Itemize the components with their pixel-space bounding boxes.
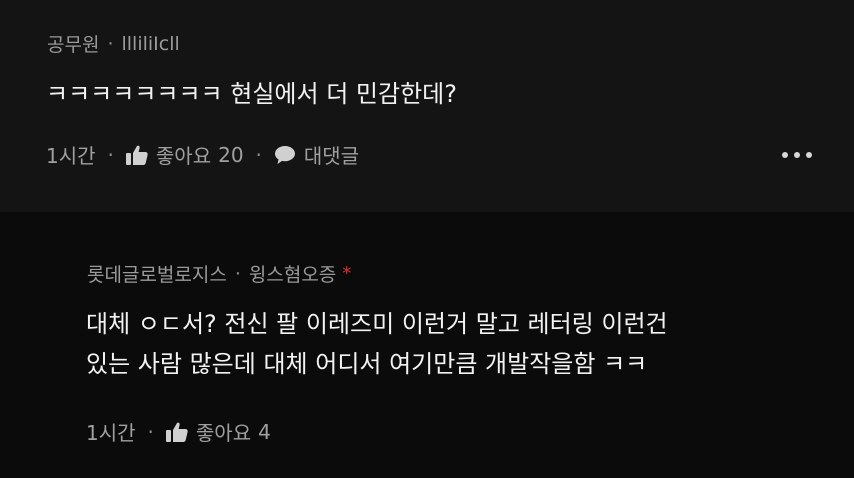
author-name[interactable]: 공무원: [47, 30, 99, 57]
reply-button[interactable]: 대댓글: [274, 140, 359, 169]
reply-label: 대댓글: [303, 144, 360, 168]
thumbs-up-icon: [165, 422, 188, 442]
like-count: 20: [218, 142, 244, 167]
like-button[interactable]: 좋아요 4: [165, 417, 271, 446]
comment-item: 공무원 · llliliIcll ㅋㅋㅋㅋㅋㅋㅋㅋ 현실에서 더 민감한데? 1…: [0, 0, 854, 212]
reply-item: 롯데글로벌로지스 · 윙스혐오증 * 대체 ㅇㄷ서? 전신 팔 이레즈미 이런거…: [0, 212, 854, 478]
meta-separator: ·: [234, 262, 241, 285]
like-button[interactable]: 좋아요 20: [125, 140, 244, 169]
comment-body: ㅋㅋㅋㅋㅋㅋㅋㅋ 현실에서 더 민감한데?: [46, 74, 457, 114]
thumbs-up-icon: [125, 145, 148, 165]
comment-meta: 공무원 · llliliIcll: [47, 30, 180, 57]
author-name[interactable]: 롯데글로벌로지스: [87, 260, 227, 287]
comment-text-line: 있는 사람 많은데 대체 어디서 여기만큼 개발작을함 ㅋㅋ: [86, 350, 648, 378]
more-options-icon[interactable]: [782, 152, 812, 158]
comment-actions: 1시간 · 좋아요 20 · 대댓글: [46, 140, 359, 169]
comment-actions: 1시간 · 좋아요 4: [86, 417, 271, 446]
meta-separator: ·: [107, 32, 114, 55]
author-handle[interactable]: 윙스혐오증: [249, 260, 336, 287]
action-separator: ·: [147, 419, 154, 444]
timestamp: 1시간: [86, 421, 136, 445]
comment-text-line: ㅋㅋㅋㅋㅋㅋㅋㅋ 현실에서 더 민감한데?: [46, 80, 457, 108]
comment-body: 대체 ㅇㄷ서? 전신 팔 이레즈미 이런거 말고 레터링 이런건 있는 사람 많…: [86, 304, 668, 384]
action-separator: ·: [255, 142, 262, 167]
action-separator: ·: [107, 142, 114, 167]
like-count: 4: [258, 419, 271, 444]
speech-bubble-icon: [274, 145, 296, 165]
comment-meta: 롯데글로벌로지스 · 윙스혐오증 *: [87, 260, 351, 287]
author-handle[interactable]: llliliIcll: [122, 33, 180, 55]
timestamp: 1시간: [46, 144, 96, 168]
comment-text-line: 대체 ㅇㄷ서? 전신 팔 이레즈미 이런거 말고 레터링 이런건: [86, 310, 668, 338]
like-label: 좋아요: [155, 144, 212, 168]
author-marker: *: [342, 263, 352, 284]
like-label: 좋아요: [195, 421, 252, 445]
